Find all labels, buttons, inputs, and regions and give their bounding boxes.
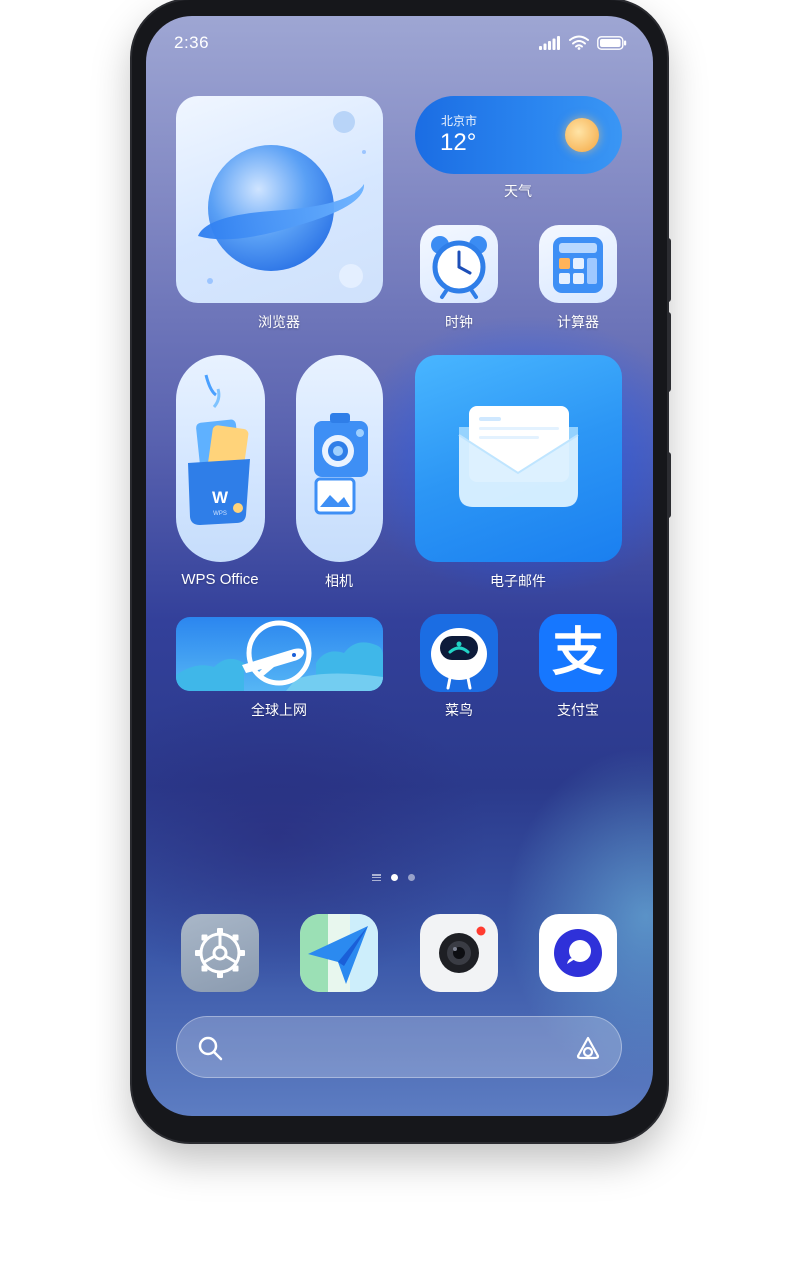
camera-app-icon xyxy=(439,926,486,973)
phone-frame: 2:36 浏览器 北京市 12° 天气 时钟 计算器 W WPS WPS Off… xyxy=(132,0,671,1142)
global-internet-widget[interactable] xyxy=(176,617,383,691)
battery-icon xyxy=(597,35,627,50)
browser-circle-icon xyxy=(554,929,602,977)
page-dot-2 xyxy=(408,874,415,881)
status-bar: 2:36 xyxy=(146,16,653,66)
alipay-app-icon[interactable]: 支 xyxy=(539,614,617,692)
browser-widget[interactable] xyxy=(176,96,383,303)
camera-widget[interactable] xyxy=(296,355,383,562)
alipay-label: 支付宝 xyxy=(557,702,599,718)
email-label: 电子邮件 xyxy=(490,573,546,589)
weather-widget[interactable]: 北京市 12° xyxy=(415,96,622,174)
weather-city: 北京市 xyxy=(441,114,478,128)
alarm-clock-icon xyxy=(431,236,487,299)
calculator-app-icon[interactable] xyxy=(539,225,617,303)
alipay-glyph-icon: 支 xyxy=(551,623,604,683)
wifi-icon xyxy=(569,35,589,50)
power-button xyxy=(667,452,671,518)
wps-illustration: W WPS xyxy=(188,374,250,525)
wps-logo-text: W xyxy=(212,488,229,507)
email-widget[interactable] xyxy=(415,355,622,562)
calculator-label: 计算器 xyxy=(557,314,599,330)
camera-app-dock-icon[interactable] xyxy=(420,914,498,992)
navigation-icon xyxy=(300,914,378,992)
camera-illustration xyxy=(314,413,368,515)
clock-label: 时钟 xyxy=(445,314,473,330)
page-indicator[interactable] xyxy=(372,874,415,881)
search-bar[interactable] xyxy=(176,1016,622,1078)
wps-sub-text: WPS xyxy=(213,511,227,517)
signal-icon xyxy=(539,35,560,50)
browser-dock-app-icon[interactable] xyxy=(539,914,617,992)
volume-down-button xyxy=(667,312,671,392)
airplane-icon xyxy=(176,620,383,691)
camera-label: 相机 xyxy=(325,573,353,589)
wps-office-label: WPS Office xyxy=(181,571,259,588)
envelope-icon xyxy=(458,406,579,507)
wps-office-widget[interactable]: W WPS xyxy=(176,355,265,562)
cainiao-app-icon[interactable] xyxy=(420,614,498,692)
sun-icon xyxy=(565,118,599,152)
cainiao-label: 菜鸟 xyxy=(445,702,473,718)
navigation-app-icon[interactable] xyxy=(300,914,378,992)
home-screen: 2:36 浏览器 北京市 12° 天气 时钟 计算器 W WPS WPS Off… xyxy=(146,16,653,1116)
settings-app-icon[interactable] xyxy=(181,914,259,992)
weather-temperature: 12° xyxy=(440,129,477,156)
cainiao-bird-icon xyxy=(431,628,487,690)
assistant-icon[interactable] xyxy=(575,1035,601,1061)
search-icon xyxy=(198,1036,223,1061)
global-internet-label: 全球上网 xyxy=(251,702,307,718)
page-list-icon xyxy=(372,874,381,881)
volume-up-button xyxy=(667,238,671,302)
settings-icon xyxy=(195,928,245,978)
calculator-icon xyxy=(553,237,603,293)
clock-app-icon[interactable] xyxy=(420,225,498,303)
page-dot-1 xyxy=(391,874,398,881)
planet-icon xyxy=(198,111,366,288)
browser-label: 浏览器 xyxy=(258,314,300,330)
status-icons xyxy=(539,35,627,50)
weather-label: 天气 xyxy=(504,183,532,199)
status-time: 2:36 xyxy=(174,33,210,52)
